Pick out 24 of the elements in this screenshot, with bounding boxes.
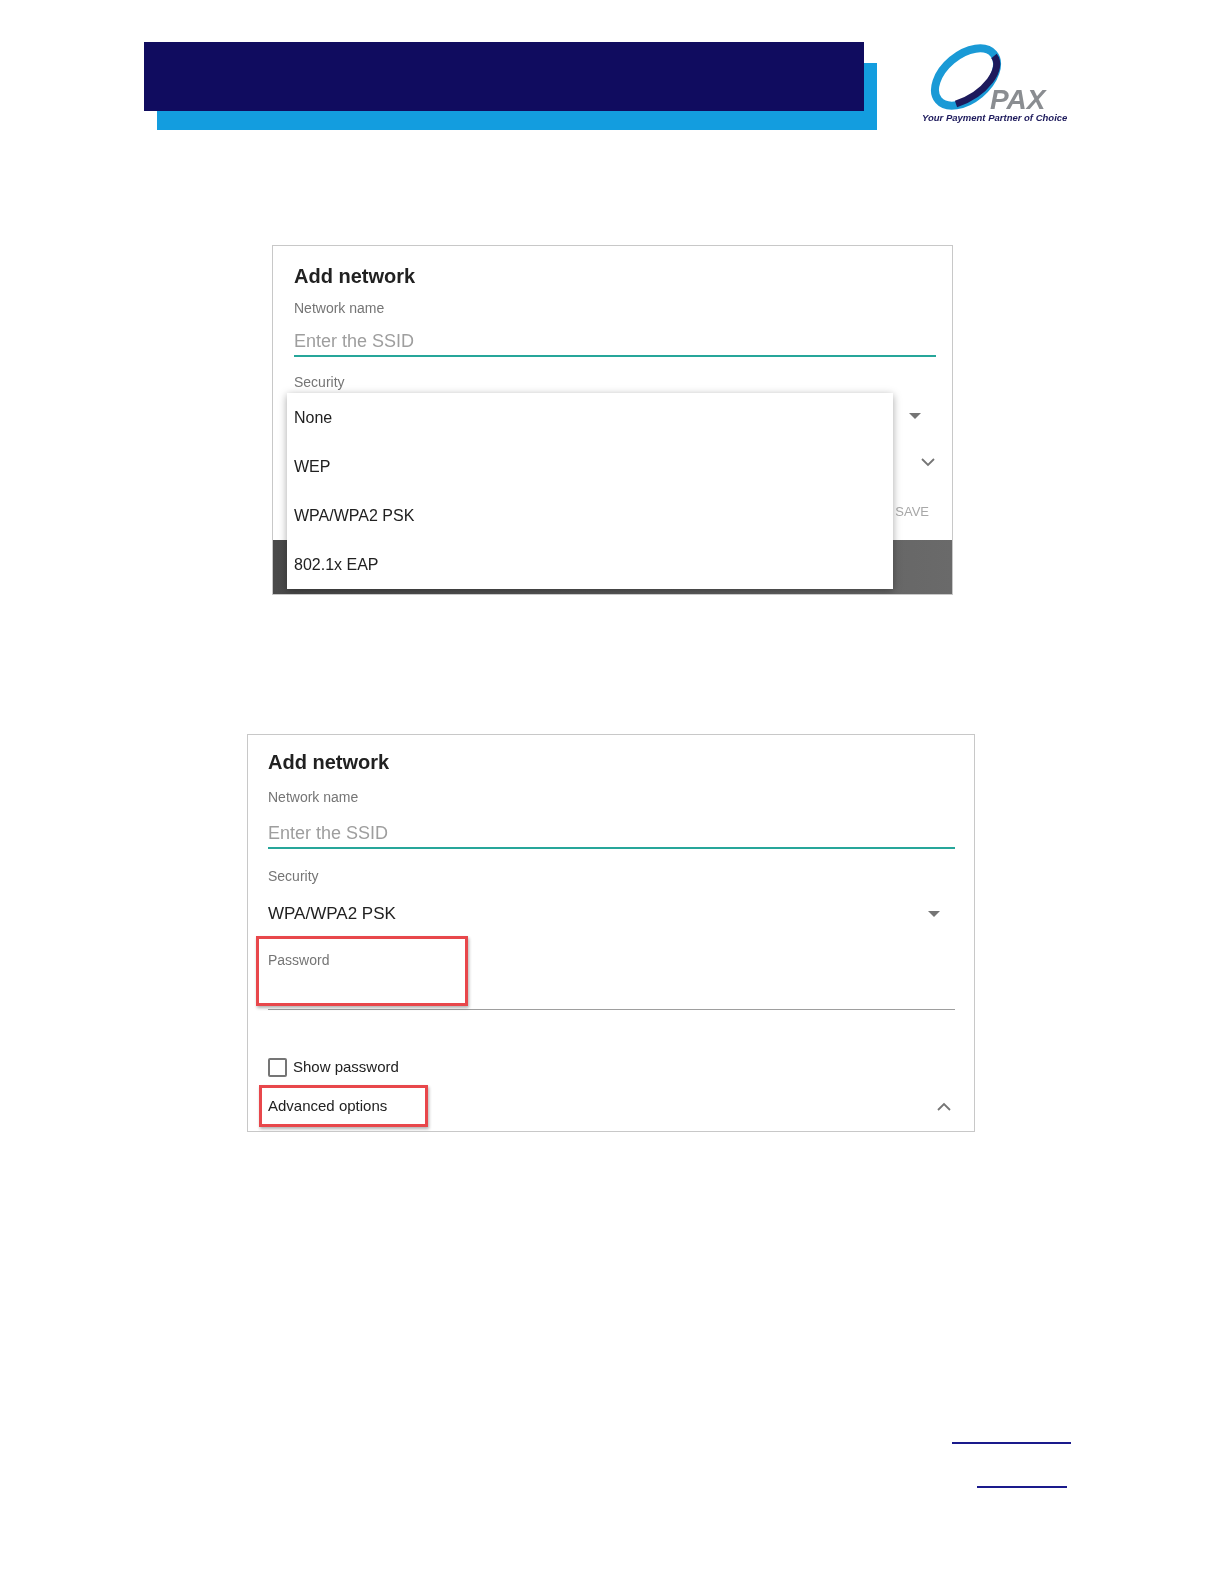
logo-tagline: Your Payment Partner of Choice [922,112,1068,124]
field-label: Network name [294,299,386,318]
checkbox[interactable] [268,1057,287,1077]
field-label: Security [268,867,320,886]
field-label: Security [294,373,346,392]
menu-item[interactable]: None [287,393,893,442]
row-label: Advanced options [268,1095,388,1116]
chevron-up-icon [937,1101,951,1111]
checkbox-label: Show password [293,1056,399,1077]
dropdown-value: WPA/WPA2 PSK [268,903,396,926]
dropdown-arrow-icon [928,911,940,917]
menu-item[interactable]: WPA/WPA2 PSK [287,491,893,540]
field-label: Network name [268,788,360,807]
advanced-options-row[interactable]: Advanced options [268,1085,955,1127]
dialog-title: Add network [294,264,417,289]
password-input-field[interactable]: Password [256,936,955,1010]
security-dropdown[interactable]: WPA/WPA2 PSK [268,898,955,930]
logo-text: PAX [990,86,1046,114]
dialog-title: Add network [268,750,391,775]
field-label: Password [268,951,330,970]
menu-item[interactable]: WEP [287,442,893,491]
dropdown-arrow-icon [909,413,921,419]
chevron-down-icon [921,457,935,467]
menu-item[interactable]: 802.1x EAP [287,540,893,589]
